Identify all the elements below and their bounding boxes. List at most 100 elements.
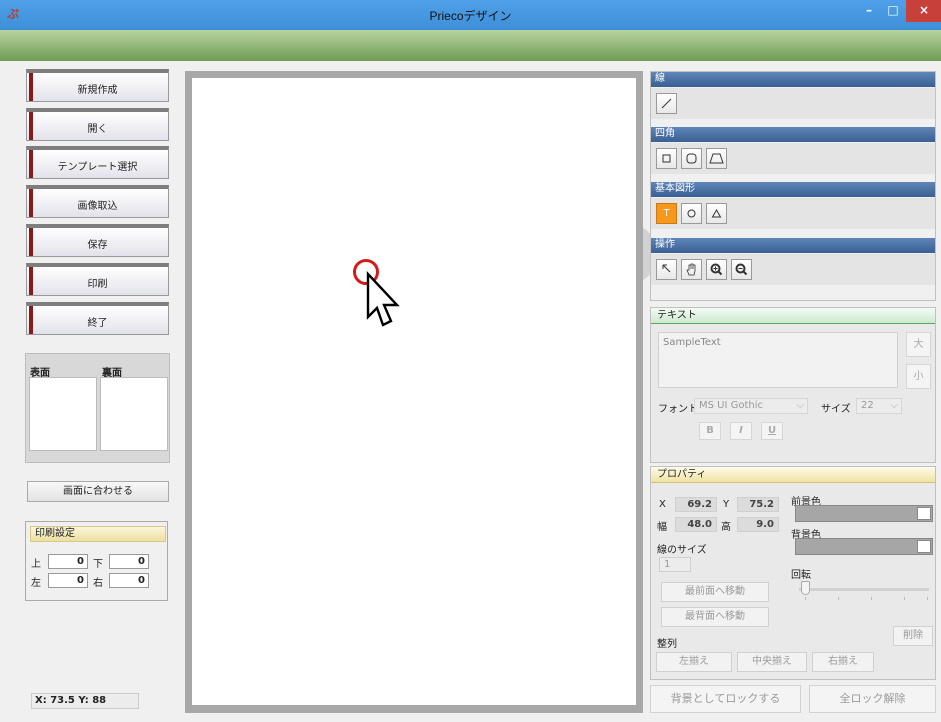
circle-icon <box>687 209 696 218</box>
cursor-coordinates: X: 73.5 Y: 88 <box>31 693 139 709</box>
line-section-header: 線 <box>651 72 935 87</box>
print-button-label: 印刷 <box>87 279 108 290</box>
rounded-rect-tool-button[interactable] <box>681 148 702 169</box>
margin-right-input[interactable]: 0 <box>109 573 149 588</box>
zoom-in-button[interactable] <box>706 259 727 280</box>
text-panel: テキスト SampleText 大 小 フォント MS UI Gothic ⌵ … <box>650 307 936 463</box>
template-button-label: テンプレート選択 <box>57 162 138 173</box>
triangle-tool-button[interactable] <box>706 203 727 224</box>
line-section <box>651 88 935 119</box>
foreground-color-picker[interactable] <box>795 505 933 522</box>
slider-tick <box>805 597 806 600</box>
maximize-button[interactable]: □ <box>878 0 908 22</box>
margin-bottom-input[interactable]: 0 <box>109 554 149 569</box>
font-larger-button[interactable]: 大 <box>906 332 931 357</box>
hand-icon <box>686 263 696 276</box>
line-size-label: 線のサイズ <box>657 545 707 556</box>
square-icon <box>662 154 671 163</box>
front-face-thumbnail[interactable] <box>29 377 97 451</box>
line-tool-button[interactable] <box>656 93 677 114</box>
x-value-field[interactable]: 69.2 <box>675 497 717 512</box>
zoom-out-button[interactable] <box>731 259 752 280</box>
window-title: Priecoデザイン <box>429 9 512 23</box>
basic-shapes-section-header: 基本図形 <box>651 182 935 197</box>
line-size-field[interactable]: 1 <box>659 557 691 572</box>
title-bar: ぷ Priecoデザイン – □ × <box>0 0 941 30</box>
margin-left-input[interactable]: 0 <box>48 573 88 588</box>
rounded-rect-icon <box>686 153 697 164</box>
font-label: フォント <box>658 404 698 415</box>
select-tool-button[interactable] <box>656 259 677 280</box>
size-select[interactable]: 22 ⌵ <box>856 398 902 414</box>
chevron-down-icon: ⌵ <box>796 400 804 411</box>
y-value-field[interactable]: 75.2 <box>737 497 779 512</box>
exit-button[interactable]: 終了 <box>26 302 169 335</box>
background-color-picker[interactable] <box>795 538 933 555</box>
slider-tick <box>927 597 928 600</box>
save-button[interactable]: 保存 <box>26 224 169 257</box>
properties-panel: プロパティ X 69.2 Y 75.2 幅 48.0 高 9.0 線のサイズ 1… <box>650 466 936 680</box>
mouse-pointer-icon <box>366 271 400 327</box>
slider-tick <box>904 597 905 600</box>
back-face-thumbnail[interactable] <box>100 377 168 451</box>
import-image-button[interactable]: 画像取込 <box>26 185 169 218</box>
margin-top-input[interactable]: 0 <box>48 554 88 569</box>
exit-button-label: 終了 <box>87 318 108 329</box>
header-banner <box>0 30 941 61</box>
x-label: X <box>659 499 666 510</box>
circle-tool-button[interactable] <box>681 203 702 224</box>
trapezoid-icon <box>709 153 724 164</box>
size-label: サイズ <box>821 404 851 415</box>
text-tool-button[interactable]: T <box>656 203 677 224</box>
size-select-value: 22 <box>861 400 874 411</box>
margin-bottom-label: 下 <box>93 559 103 570</box>
rotation-slider-track[interactable] <box>799 588 929 591</box>
text-content-input[interactable]: SampleText <box>658 332 898 388</box>
font-select-value: MS UI Gothic <box>699 400 764 411</box>
unlock-all-button[interactable]: 全ロック解除 <box>809 685 936 713</box>
basic-shapes-section: T <box>651 198 935 229</box>
new-button-label: 新規作成 <box>77 85 118 96</box>
fit-to-screen-button[interactable]: 画面に合わせる <box>27 481 169 502</box>
height-value-field[interactable]: 9.0 <box>737 517 779 532</box>
operation-section-header: 操作 <box>651 238 935 253</box>
align-left-button[interactable]: 左揃え <box>656 652 732 672</box>
print-button[interactable]: 印刷 <box>26 263 169 296</box>
bring-to-front-button[interactable]: 最前面へ移動 <box>661 582 769 602</box>
new-button[interactable]: 新規作成 <box>26 69 169 102</box>
align-label: 整列 <box>657 639 677 650</box>
margin-right-label: 右 <box>93 578 103 589</box>
align-right-button[interactable]: 右揃え <box>812 652 874 672</box>
text-panel-title: テキスト <box>651 308 935 324</box>
delete-button[interactable]: 削除 <box>893 626 933 646</box>
template-button[interactable]: テンプレート選択 <box>26 146 169 179</box>
close-button[interactable]: × <box>906 0 941 22</box>
underline-button[interactable]: U <box>761 422 783 440</box>
width-value-field[interactable]: 48.0 <box>675 517 717 532</box>
triangle-icon <box>711 208 722 218</box>
chevron-down-icon: ⌵ <box>890 400 898 411</box>
save-button-label: 保存 <box>87 240 108 251</box>
design-canvas[interactable] <box>192 78 636 705</box>
hand-tool-button[interactable] <box>681 259 702 280</box>
import-image-button-label: 画像取込 <box>77 201 118 212</box>
height-label: 高 <box>721 522 731 533</box>
print-settings-title: 印刷設定 <box>30 526 166 542</box>
margin-left-label: 左 <box>31 578 41 589</box>
rect-section-header: 四角 <box>651 127 935 142</box>
send-to-back-button[interactable]: 最背面へ移動 <box>661 607 769 627</box>
line-icon <box>661 98 672 109</box>
zoom-out-icon <box>735 263 748 276</box>
align-center-button[interactable]: 中央揃え <box>737 652 807 672</box>
rect-section <box>651 143 935 174</box>
italic-button[interactable]: I <box>730 422 752 440</box>
rotation-slider-thumb[interactable] <box>801 581 810 595</box>
square-tool-button[interactable] <box>656 148 677 169</box>
open-button[interactable]: 開く <box>26 108 169 141</box>
arrow-pointer-icon <box>662 264 671 273</box>
lock-as-background-button[interactable]: 背景としてロックする <box>650 685 801 713</box>
font-select[interactable]: MS UI Gothic ⌵ <box>694 398 808 414</box>
font-smaller-button[interactable]: 小 <box>906 364 931 389</box>
trapezoid-tool-button[interactable] <box>706 148 727 169</box>
bold-button[interactable]: B <box>699 422 721 440</box>
